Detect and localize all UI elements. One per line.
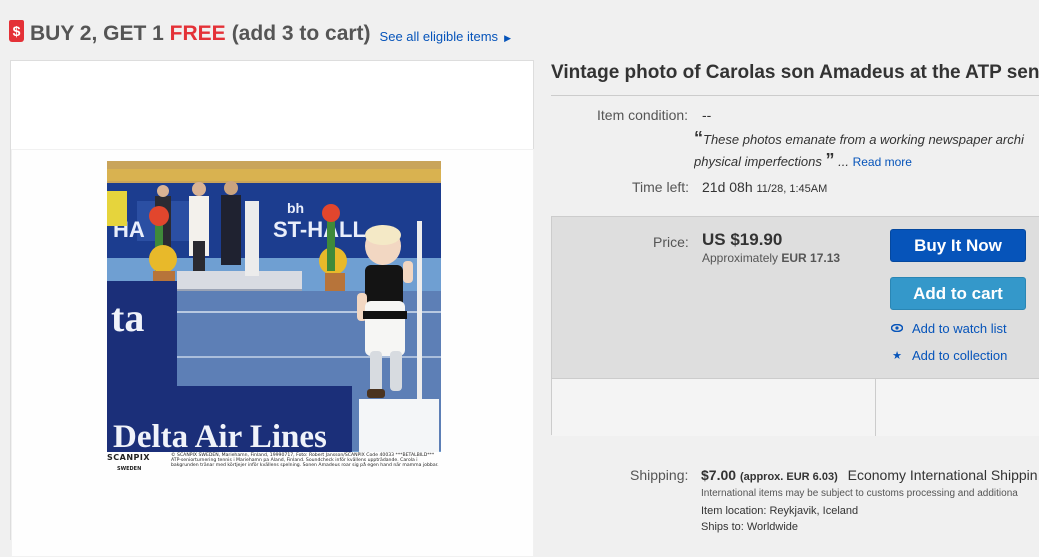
star-icon: ★ — [892, 350, 902, 362]
buy-it-now-button[interactable]: Buy It Now — [890, 229, 1026, 262]
read-more-link[interactable]: Read more — [853, 155, 912, 169]
photo-hall-text: ST-HALL — [273, 217, 366, 242]
shipping-price: $7.00 (approx. EUR 6.03) Economy Interna… — [701, 467, 1038, 483]
time-remaining: 21d 08h — [702, 179, 753, 195]
scanpix-logo: SCANPIX — [107, 453, 151, 462]
add-to-cart-button[interactable]: Add to cart — [890, 277, 1026, 310]
see-eligible-items-link[interactable]: See all eligible items ▶ — [380, 29, 511, 44]
seller-quote: “These photos emanate from a working new… — [694, 128, 1024, 170]
price-tag-icon: $ — [9, 20, 24, 42]
add-to-collection-link[interactable]: ★ Add to collection — [890, 348, 1007, 363]
watch-list-label: Add to watch list — [912, 321, 1007, 336]
shipping-customs-note: International items may be subject to cu… — [701, 488, 1018, 499]
item-location-label: Item location: — [701, 505, 767, 517]
ships-to: Ships to: Worldwide — [701, 521, 799, 533]
promo-banner: $ BUY 2, GET 1 FREE (add 3 to cart) See … — [9, 16, 511, 52]
add-to-watch-list-link[interactable]: Add to watch list — [890, 321, 1007, 336]
shipping-approx: (approx. EUR 6.03) — [739, 471, 838, 483]
photo-illustration: ST-HALL bh HA ta Delta Air Lines — [107, 161, 441, 452]
price-value: US $19.90 — [702, 230, 783, 249]
price-label: Price: — [653, 234, 689, 250]
quote-line-1: These photos emanate from a working news… — [703, 132, 1024, 147]
promo-main-text: BUY 2, GET 1 — [30, 22, 164, 45]
eye-icon — [890, 323, 904, 335]
triangle-right-icon: ▶ — [504, 32, 511, 43]
promo-sub-text: (add 3 to cart) — [231, 22, 371, 45]
item-image-panel[interactable]: ST-HALL bh HA ta Delta Air Lines SCANPIX… — [10, 60, 534, 557]
photo-sign-small: ta — [111, 295, 144, 340]
condition-value: -- — [702, 107, 712, 123]
promo-free-text: FREE — [169, 22, 226, 45]
shipping-label: Shipping: — [630, 467, 689, 483]
buy-box-footer — [552, 378, 1039, 436]
quote-line-2: physical imperfections — [694, 154, 822, 169]
buy-box-footer-divider — [875, 379, 876, 436]
shipping-service: Economy International Shippin — [847, 467, 1038, 483]
item-title: Vintage photo of Carolas son Amadeus at … — [551, 62, 1039, 83]
shipping-cost: $7.00 — [701, 467, 737, 483]
item-location: Item location: Reykjavik, Iceland — [701, 505, 858, 517]
caption-text: © SCANPIX SWEDEN, Mariehamn, Finland, 19… — [171, 453, 439, 469]
title-divider — [551, 95, 1039, 96]
buy-box: Price: US $19.90 Approximately EUR 17.13… — [551, 216, 1039, 436]
quote-close-icon: ” — [825, 150, 835, 170]
photo-hall-top: bh — [287, 200, 304, 216]
collection-label: Add to collection — [912, 348, 1008, 363]
price-approx-value: EUR 17.13 — [781, 251, 841, 265]
scanpix-logo-sub: SWEDEN — [117, 466, 142, 472]
item-location-value: Reykjavik, Iceland — [769, 505, 859, 517]
price-approx: Approximately EUR 17.13 — [702, 251, 840, 265]
promo-headline: BUY 2, GET 1 FREE — [30, 22, 226, 46]
time-end-date: 11/28, 1:45AM — [756, 183, 828, 195]
item-photo[interactable]: ST-HALL bh HA ta Delta Air Lines — [107, 161, 441, 452]
time-left-label: Time left: — [632, 179, 690, 195]
see-eligible-items-label: See all eligible items — [379, 28, 499, 44]
photo-print: ST-HALL bh HA ta Delta Air Lines SCANPIX… — [11, 149, 534, 557]
price-approx-prefix: Approximately — [702, 251, 779, 265]
quote-open-icon: “ — [694, 128, 703, 148]
photo-sign-text: Delta Air Lines — [113, 419, 327, 452]
time-left-value: 21d 08h 11/28, 1:45AM — [702, 179, 827, 195]
condition-label: Item condition: — [597, 107, 689, 123]
